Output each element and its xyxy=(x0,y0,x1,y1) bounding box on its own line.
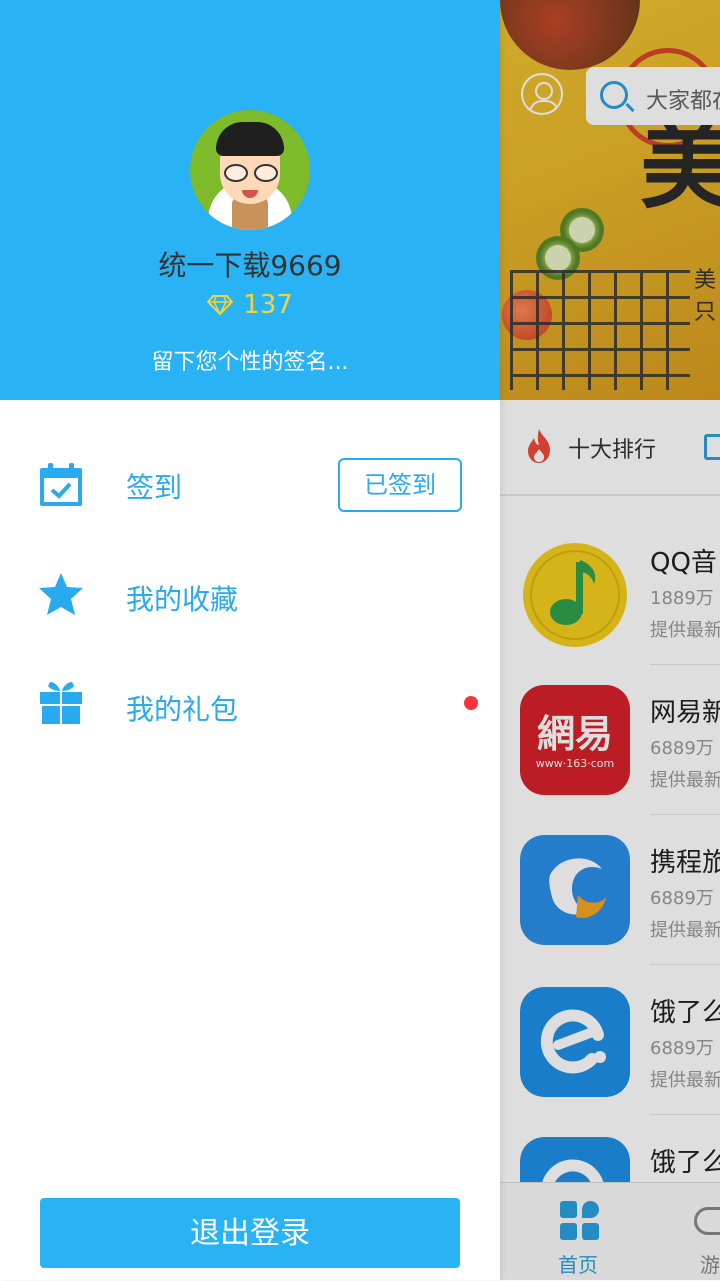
points-display: 137 xyxy=(0,290,500,320)
checked-in-button[interactable]: 已签到 xyxy=(338,458,462,512)
menu-label: 我的礼包 xyxy=(126,693,239,726)
menu-item-favorites[interactable]: 我的收藏 xyxy=(0,558,500,638)
profile-header: 统一下载9669 137 留下您个性的签名... xyxy=(0,0,500,400)
calendar-check-icon xyxy=(40,463,82,506)
menu-item-gifts[interactable]: 我的礼包 xyxy=(0,668,500,748)
points-value: 137 xyxy=(243,290,293,320)
side-drawer: 统一下载9669 137 留下您个性的签名... 签到 已签到 我的收藏 我的礼… xyxy=(0,0,500,1280)
star-icon xyxy=(39,573,83,615)
avatar[interactable] xyxy=(190,110,310,230)
menu-label: 我的收藏 xyxy=(126,583,239,616)
username: 统一下载9669 xyxy=(158,249,342,282)
logout-button[interactable]: 退出登录 xyxy=(40,1198,460,1268)
gift-icon xyxy=(40,682,82,724)
notification-dot xyxy=(464,696,478,710)
menu-label: 签到 xyxy=(126,471,183,504)
diamond-icon xyxy=(207,295,234,315)
signature[interactable]: 留下您个性的签名... xyxy=(0,344,500,376)
